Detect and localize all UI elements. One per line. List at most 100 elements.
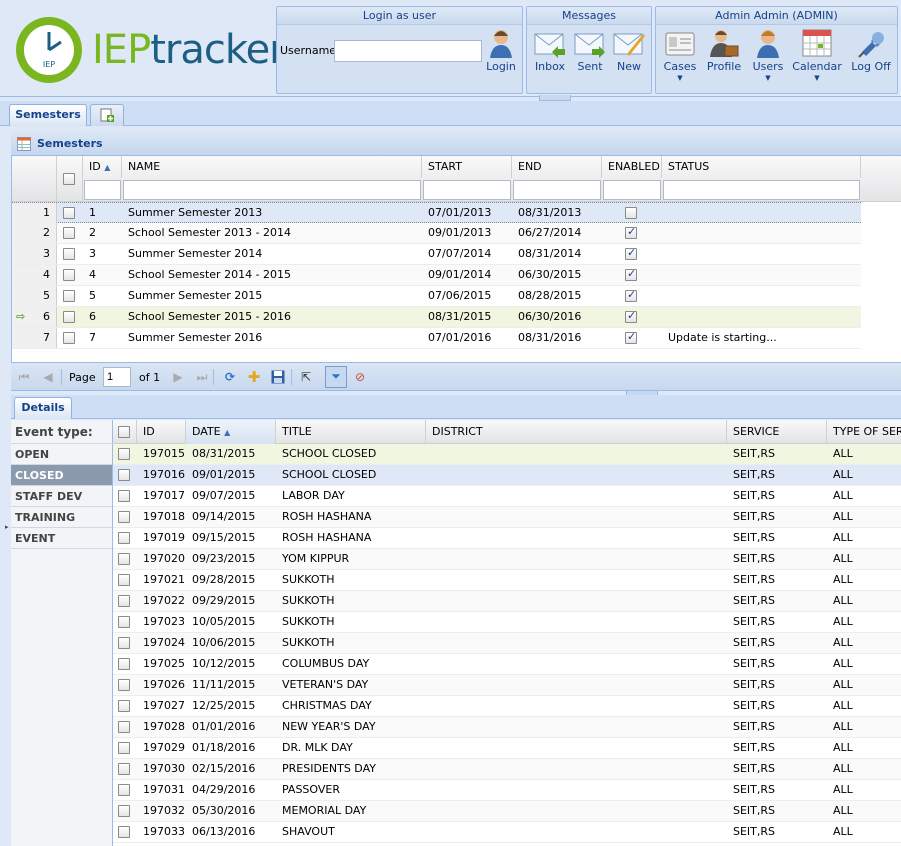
profile-button[interactable]: Profile: [704, 28, 744, 73]
col-header-start[interactable]: START: [422, 156, 512, 178]
event-row[interactable]: 197017 09/07/2015 LABOR DAY SEIT,RS ALL: [113, 486, 901, 507]
new-message-button[interactable]: New: [612, 30, 646, 73]
enabled-checkbox[interactable]: [625, 267, 637, 281]
event-row-checkbox[interactable]: [118, 826, 130, 838]
event-row[interactable]: 197019 09/15/2015 ROSH HASHANA SEIT,RS ALL: [113, 528, 901, 549]
event-row-checkbox[interactable]: [118, 469, 130, 481]
semester-row[interactable]: 4 4 School Semester 2014 - 2015 09/01/2014 0…: [12, 265, 861, 286]
sent-button[interactable]: Sent: [574, 30, 606, 73]
row-select-checkbox[interactable]: [63, 332, 75, 344]
first-page-icon[interactable]: ⏮: [15, 368, 33, 386]
last-page-icon[interactable]: ⏭: [193, 368, 211, 386]
prev-page-icon[interactable]: ◀: [39, 368, 57, 386]
filter-end-input[interactable]: [513, 180, 601, 200]
select-cursor-icon[interactable]: ⇱: [297, 368, 315, 386]
event-row-checkbox[interactable]: [118, 658, 130, 670]
event-row-checkbox[interactable]: [118, 763, 130, 775]
details-select-all-checkbox[interactable]: [118, 426, 130, 438]
row-select-checkbox[interactable]: [63, 269, 75, 281]
event-row-checkbox[interactable]: [118, 511, 130, 523]
details-col-district[interactable]: DISTRICT: [426, 420, 727, 444]
tab-details[interactable]: Details: [14, 397, 72, 419]
page-number-input[interactable]: [103, 367, 131, 387]
event-row-checkbox[interactable]: [118, 490, 130, 502]
row-select-checkbox[interactable]: [63, 311, 75, 323]
enabled-checkbox[interactable]: [625, 330, 637, 344]
event-row-checkbox[interactable]: [118, 574, 130, 586]
filter-name-input[interactable]: [123, 180, 421, 200]
filter-enabled-input[interactable]: [603, 180, 661, 200]
details-col-id[interactable]: ID: [137, 420, 186, 444]
log-off-button[interactable]: Log Off: [850, 28, 892, 73]
cases-button[interactable]: Cases ▼: [662, 28, 698, 82]
event-row-checkbox[interactable]: [118, 742, 130, 754]
event-row-checkbox[interactable]: [118, 448, 130, 460]
next-page-icon[interactable]: ▶: [169, 368, 187, 386]
event-row-checkbox[interactable]: [118, 637, 130, 649]
tab-add[interactable]: [90, 104, 124, 126]
event-row[interactable]: 197021 09/28/2015 SUKKOTH SEIT,RS ALL: [113, 570, 901, 591]
save-icon[interactable]: [269, 368, 287, 386]
filter-id-input[interactable]: [84, 180, 121, 200]
event-row[interactable]: 197022 09/29/2015 SUKKOTH SEIT,RS ALL: [113, 591, 901, 612]
clear-filter-icon[interactable]: ⊘: [351, 368, 369, 386]
event-row[interactable]: 197015 08/31/2015 SCHOOL CLOSED SEIT,RS ALL: [113, 444, 901, 465]
details-col-title[interactable]: TITLE: [276, 420, 426, 444]
details-col-service[interactable]: SERVICE: [727, 420, 827, 444]
event-row-checkbox[interactable]: [118, 532, 130, 544]
add-icon[interactable]: ✚: [245, 368, 263, 386]
event-row[interactable]: 197016 09/01/2015 SCHOOL CLOSED SEIT,RS ALL: [113, 465, 901, 486]
event-row[interactable]: 197018 09/14/2015 ROSH HASHANA SEIT,RS ALL: [113, 507, 901, 528]
semester-row[interactable]: ⇨ 6 6 School Semester 2015 - 2016 08/31/2015…: [12, 307, 861, 328]
enabled-checkbox[interactable]: [625, 309, 637, 323]
event-row-checkbox[interactable]: [118, 784, 130, 796]
event-row[interactable]: 197026 11/11/2015 VETERAN'S DAY SEIT,RS ALL: [113, 675, 901, 696]
details-col-type-of-service[interactable]: TYPE OF SERV: [827, 420, 901, 444]
event-row[interactable]: 197029 01/18/2016 DR. MLK DAY SEIT,RS ALL: [113, 738, 901, 759]
event-row-checkbox[interactable]: [118, 721, 130, 733]
event-row[interactable]: 197033 06/13/2016 SHAVOUT SEIT,RS ALL: [113, 822, 901, 843]
event-row[interactable]: 197023 10/05/2015 SUKKOTH SEIT,RS ALL: [113, 612, 901, 633]
refresh-icon[interactable]: ⟳: [221, 368, 239, 386]
calendar-button[interactable]: Calendar ▼: [792, 28, 842, 82]
event-row[interactable]: 197027 12/25/2015 CHRISTMAS DAY SEIT,RS ALL: [113, 696, 901, 717]
semester-row[interactable]: 3 3 Summer Semester 2014 07/07/2014 08/31/20…: [12, 244, 861, 265]
event-row-checkbox[interactable]: [118, 553, 130, 565]
event-row[interactable]: 197028 01/01/2016 NEW YEAR'S DAY SEIT,RS ALL: [113, 717, 901, 738]
event-row[interactable]: 197025 10/12/2015 COLUMBUS DAY SEIT,RS ALL: [113, 654, 901, 675]
event-row-checkbox[interactable]: [118, 700, 130, 712]
users-button[interactable]: Users ▼: [750, 28, 786, 82]
filter-status-input[interactable]: [663, 180, 860, 200]
enabled-checkbox[interactable]: [625, 225, 637, 239]
event-row-checkbox[interactable]: [118, 595, 130, 607]
event-row-checkbox[interactable]: [118, 616, 130, 628]
event-row[interactable]: 197030 02/15/2016 PRESIDENTS DAY SEIT,RS ALL: [113, 759, 901, 780]
semester-row[interactable]: 5 5 Summer Semester 2015 07/06/2015 08/28/20…: [12, 286, 861, 307]
enabled-checkbox[interactable]: [625, 288, 637, 302]
semester-row[interactable]: 1 1 Summer Semester 2013 07/01/2013 08/31/20…: [12, 202, 861, 223]
col-header-status[interactable]: STATUS: [662, 156, 861, 178]
event-row[interactable]: 197020 09/23/2015 YOM KIPPUR SEIT,RS ALL: [113, 549, 901, 570]
event-row-checkbox[interactable]: [118, 679, 130, 691]
row-select-checkbox[interactable]: [63, 248, 75, 260]
row-select-checkbox[interactable]: [63, 207, 75, 219]
event-row-checkbox[interactable]: [118, 805, 130, 817]
filter-start-input[interactable]: [423, 180, 511, 200]
event-row[interactable]: 197032 05/30/2016 MEMORIAL DAY SEIT,RS ALL: [113, 801, 901, 822]
semester-row[interactable]: 2 2 School Semester 2013 - 2014 09/01/2013 0…: [12, 223, 861, 244]
username-input[interactable]: [334, 40, 482, 62]
enabled-checkbox[interactable]: [625, 207, 637, 219]
login-button[interactable]: Login: [484, 28, 518, 73]
col-header-name[interactable]: NAME: [122, 156, 422, 178]
event-row[interactable]: 197024 10/06/2015 SUKKOTH SEIT,RS ALL: [113, 633, 901, 654]
enabled-checkbox[interactable]: [625, 246, 637, 260]
details-col-date[interactable]: DATE ▲: [186, 420, 276, 444]
inbox-button[interactable]: Inbox: [532, 30, 568, 73]
filter-toggle-icon[interactable]: ⏷: [325, 366, 347, 388]
event-row[interactable]: 197031 04/29/2016 PASSOVER SEIT,RS ALL: [113, 780, 901, 801]
row-select-checkbox[interactable]: [63, 290, 75, 302]
col-header-enabled[interactable]: ENABLED: [602, 156, 662, 178]
tab-semesters[interactable]: Semesters: [9, 104, 87, 126]
col-header-id[interactable]: ID ▲: [83, 156, 122, 178]
event-type-item[interactable]: OPEN: [11, 444, 112, 465]
